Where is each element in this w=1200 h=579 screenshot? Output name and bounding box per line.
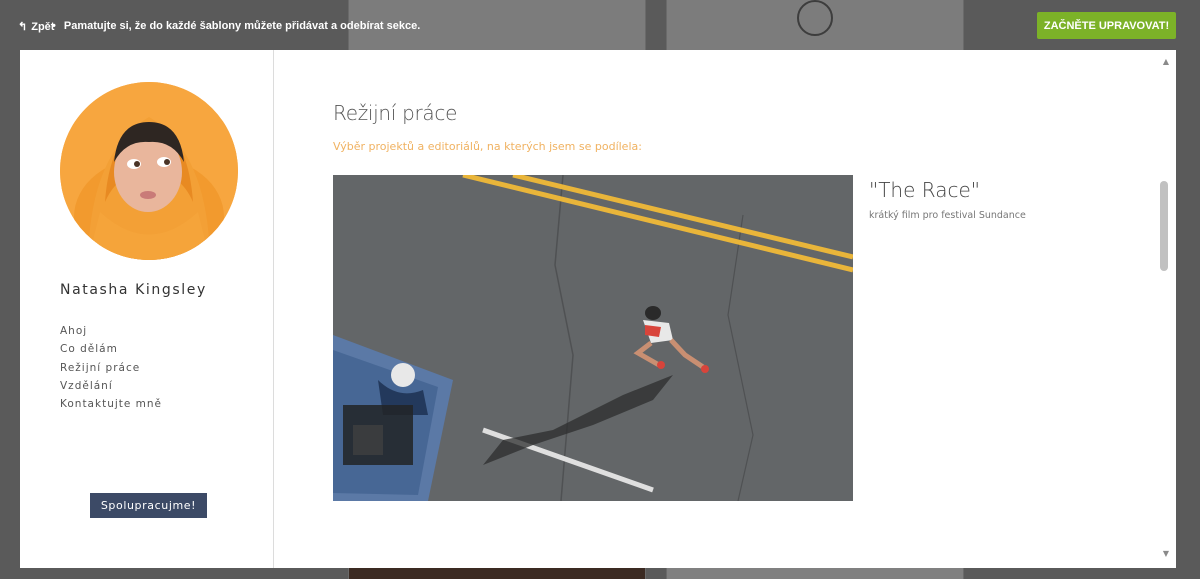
nav-item-ahoj[interactable]: Ahoj — [60, 322, 162, 340]
main-content: Režijní práce Výběr projektů a editoriál… — [275, 50, 1160, 568]
project-description: krátký film pro festival Sundance — [869, 210, 1026, 221]
scroll-down-icon[interactable]: ▼ — [1160, 548, 1172, 560]
tip-text: Pamatujte si, že do každé šablony můžete… — [63, 20, 421, 32]
top-bar: ↰ Zpět • Pamatujte si, že do každé šablon… — [0, 0, 1200, 50]
portrait-image — [60, 82, 238, 260]
person-name: Natasha Kingsley — [60, 282, 207, 298]
project-title: "The Race" — [869, 178, 980, 202]
section-title: Režijní práce — [333, 101, 458, 125]
section-subtitle: Výběr projektů a editoriálů, na kterých … — [333, 140, 642, 153]
bullet-separator: • — [52, 20, 56, 32]
tip-message: • Pamatujte si, že do každé šablony můžet… — [52, 20, 420, 32]
collaborate-button[interactable]: Spolupracujme! — [90, 493, 207, 518]
nav-item-vzdelani[interactable]: Vzdělání — [60, 377, 162, 395]
back-link[interactable]: ↰ Zpět — [18, 20, 55, 34]
start-editing-button[interactable]: ZAČNĚTE UPRAVOVAT! — [1037, 12, 1176, 39]
race-photo — [333, 175, 853, 501]
avatar — [60, 82, 238, 260]
project-image — [333, 175, 853, 501]
back-label: Zpět — [31, 20, 55, 33]
scrollbar[interactable]: ▲ ▼ — [1156, 50, 1176, 568]
nav-item-kontakt[interactable]: Kontaktujte mně — [60, 395, 162, 413]
template-preview-modal: Natasha Kingsley Ahoj Co dělám Režijní p… — [20, 50, 1176, 568]
scroll-up-icon[interactable]: ▲ — [1160, 56, 1172, 68]
scroll-thumb[interactable] — [1160, 181, 1168, 271]
sidebar-nav: Ahoj Co dělám Režijní práce Vzdělání Kon… — [60, 322, 162, 413]
back-arrow-icon: ↰ — [18, 21, 28, 33]
sidebar: Natasha Kingsley Ahoj Co dělám Režijní p… — [20, 50, 274, 568]
nav-item-rezijni-prace[interactable]: Režijní práce — [60, 359, 162, 377]
nav-item-co-delam[interactable]: Co dělám — [60, 340, 162, 358]
